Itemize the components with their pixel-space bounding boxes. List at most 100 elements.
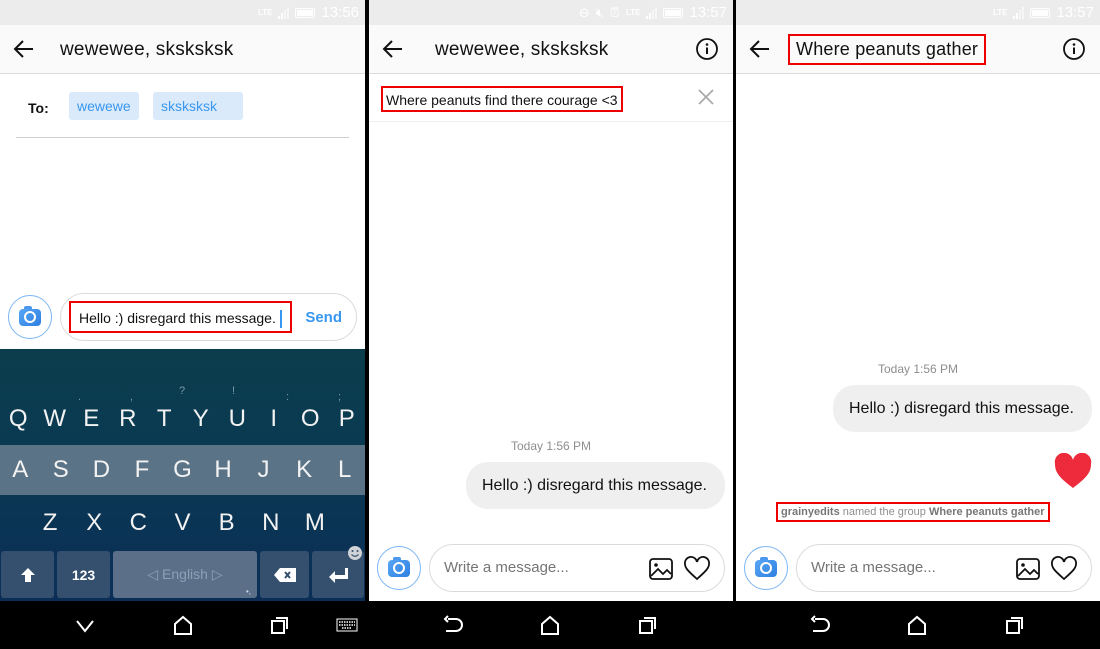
space-key[interactable]: ◁ English ▷ •,: [113, 551, 257, 598]
lte-icon: LTE: [257, 7, 273, 17]
key-s[interactable]: S: [43, 456, 79, 484]
conversation-title: wewewee, sksksksk: [60, 39, 234, 60]
heart-outline-icon[interactable]: [1051, 556, 1077, 582]
group-name-input[interactable]: Where peanuts find there courage <3: [381, 86, 623, 112]
camera-button[interactable]: [8, 295, 52, 339]
back-icon[interactable]: [442, 614, 464, 636]
soft-keyboard: . , ? ! : ; Q W E R T Y U I O P A S D F …: [0, 349, 365, 601]
heart-filled-icon[interactable]: [1054, 453, 1092, 489]
status-bar: ⊖ 🔇︎ ⏰︎ LTE 13:57: [369, 0, 733, 25]
event-actor[interactable]: grainyedits: [781, 506, 840, 518]
key-w[interactable]: W: [37, 405, 73, 433]
chevron-down-icon[interactable]: [74, 614, 96, 636]
camera-button[interactable]: [744, 546, 788, 590]
smiley-icon: [348, 546, 362, 560]
recipient-chip[interactable]: sksksksk: [153, 92, 243, 120]
key-a[interactable]: A: [2, 456, 38, 484]
do-not-disturb-icon: ⊖: [578, 4, 590, 20]
home-icon[interactable]: [539, 614, 561, 636]
keyboard-row-2: A S D F G H J K L: [0, 445, 365, 495]
enter-icon: [329, 567, 348, 583]
key-y[interactable]: Y: [183, 405, 219, 433]
status-bar: LTE 13:56: [0, 0, 365, 25]
key-t[interactable]: T: [146, 405, 182, 433]
info-icon[interactable]: [695, 37, 719, 61]
message-input[interactable]: Hello :) disregard this message.: [69, 301, 292, 333]
key-q[interactable]: Q: [0, 405, 36, 433]
message-input-container[interactable]: [429, 544, 725, 592]
numbers-key[interactable]: 123: [57, 551, 110, 598]
message-input-container[interactable]: [796, 544, 1092, 592]
key-x[interactable]: X: [76, 509, 112, 537]
conversation-title[interactable]: Where peanuts gather: [788, 34, 987, 65]
keyboard-function-row: 123 ◁ English ▷ •,: [0, 546, 365, 601]
shift-arrow-icon: [20, 567, 35, 582]
key-b[interactable]: B: [209, 509, 245, 537]
key-g[interactable]: G: [164, 456, 200, 484]
keyboard-icon[interactable]: [336, 614, 358, 636]
send-button[interactable]: Send: [305, 309, 342, 326]
message-input[interactable]: [811, 559, 1001, 576]
app-header: Where peanuts gather: [736, 25, 1100, 74]
key-i[interactable]: I: [256, 405, 292, 433]
signal-icon: [1013, 6, 1025, 19]
lte-icon: LTE: [992, 7, 1008, 17]
arrow-left-icon[interactable]: [381, 37, 405, 61]
key-o[interactable]: O: [292, 405, 328, 433]
message-timestamp: Today 1:56 PM: [877, 362, 959, 376]
message-bubble[interactable]: Hello :) disregard this message.: [833, 385, 1092, 432]
key-d[interactable]: D: [83, 456, 119, 484]
key-k[interactable]: K: [286, 456, 322, 484]
key-z[interactable]: Z: [32, 509, 68, 537]
key-f[interactable]: F: [124, 456, 160, 484]
android-nav-bar: [736, 601, 1100, 649]
message-bubble[interactable]: Hello :) disregard this message.: [466, 462, 725, 509]
camera-button[interactable]: [377, 546, 421, 590]
enter-key[interactable]: [312, 546, 364, 598]
home-icon[interactable]: [172, 614, 194, 636]
message-input-container[interactable]: Hello :) disregard this message. Send: [60, 293, 357, 341]
backspace-icon: [273, 567, 296, 582]
event-target: Where peanuts gather: [928, 506, 1045, 518]
home-icon[interactable]: [906, 614, 928, 636]
group-rename-event: grainyedits named the group Where peanut…: [776, 502, 1050, 522]
recents-icon[interactable]: [637, 614, 659, 636]
screen-group-renamed: LTE 13:57 Where peanuts gather Today 1:5…: [736, 0, 1100, 649]
heart-outline-icon[interactable]: [684, 556, 710, 582]
key-j[interactable]: J: [246, 456, 282, 484]
key-r[interactable]: R: [110, 405, 146, 433]
message-composer: [377, 544, 725, 592]
key-v[interactable]: V: [164, 509, 200, 537]
screen-new-message: LTE 13:56 wewewee, sksksksk To: wewewe s…: [0, 0, 365, 649]
status-time: 13:57: [1056, 4, 1094, 21]
key-c[interactable]: C: [120, 509, 156, 537]
battery-icon: [1030, 7, 1051, 18]
message-input[interactable]: [444, 559, 634, 576]
backspace-key[interactable]: [260, 551, 309, 598]
image-icon[interactable]: [1015, 556, 1041, 582]
key-h[interactable]: H: [205, 456, 241, 484]
back-icon[interactable]: [809, 614, 831, 636]
message-timestamp: Today 1:56 PM: [510, 439, 592, 453]
image-icon[interactable]: [648, 556, 674, 582]
key-u[interactable]: U: [219, 405, 255, 433]
recipient-chip[interactable]: wewewe: [69, 92, 139, 120]
key-m[interactable]: M: [297, 509, 333, 537]
android-nav-bar: [369, 601, 733, 649]
text-cursor: [279, 310, 282, 329]
info-icon[interactable]: [1062, 37, 1086, 61]
recents-icon[interactable]: [1004, 614, 1026, 636]
key-e[interactable]: E: [73, 405, 109, 433]
arrow-left-icon[interactable]: [12, 37, 36, 61]
key-p[interactable]: P: [329, 405, 365, 433]
key-n[interactable]: N: [253, 509, 289, 537]
keyboard-hints: . , ? ! : ;: [78, 385, 342, 403]
group-name-bar: Where peanuts find there courage <3: [369, 74, 733, 122]
mute-icon: 🔇︎: [595, 4, 604, 20]
shift-key[interactable]: [1, 551, 54, 598]
arrow-left-icon[interactable]: [748, 37, 772, 61]
recents-icon[interactable]: [269, 614, 291, 636]
signal-icon: [646, 6, 658, 19]
close-icon[interactable]: [697, 88, 715, 106]
key-l[interactable]: L: [327, 456, 363, 484]
